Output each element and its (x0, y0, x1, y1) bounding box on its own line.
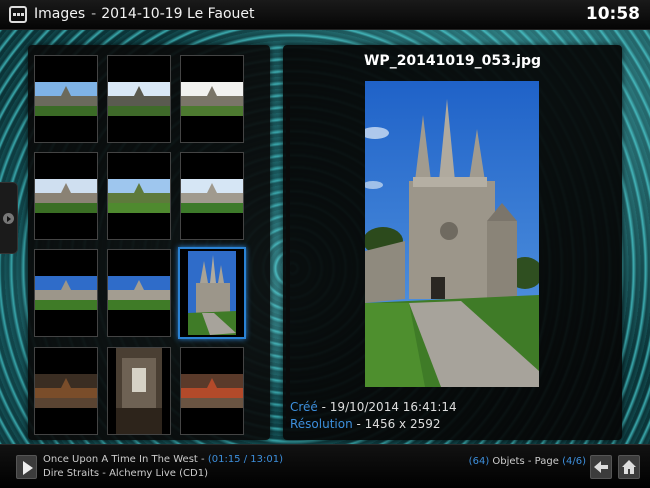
header-bar: Images -2014-10-19 Le Faouet 10:58 (0, 0, 650, 30)
folder-title: 2014-10-19 Le Faouet (101, 6, 255, 22)
created-row: Créé - 19/10/2014 16:41:14 (290, 400, 457, 414)
landscape-thumbnail (108, 179, 170, 213)
track-title: Once Upon A Time In The West (43, 454, 198, 465)
thumbnail-3[interactable] (180, 55, 244, 143)
resolution-separator: - (352, 417, 365, 431)
back-arrow-icon (594, 461, 608, 473)
resolution-row: Résolution - 1456 x 2592 (290, 417, 440, 431)
thumbnail-4[interactable] (34, 152, 98, 240)
thumbnail-2[interactable] (107, 55, 171, 143)
image-detail-panel: WP_20141019_053.jpg Créé - 19/10/2014 16… (283, 45, 622, 440)
portrait-thumbnail (188, 251, 236, 335)
landscape-thumbnail (181, 374, 243, 408)
landscape-thumbnail (181, 82, 243, 116)
created-label: Créé (290, 400, 318, 414)
created-value: 19/10/2014 16:41:14 (329, 400, 457, 414)
now-playing-bar: Once Upon A Time In The West - (01:15 / … (0, 444, 650, 488)
landscape-thumbnail (35, 82, 97, 116)
breadcrumb-separator: - (91, 6, 97, 22)
landscape-thumbnail (108, 276, 170, 310)
thumbnail-8[interactable] (107, 249, 171, 337)
thumbnail-7[interactable] (34, 249, 98, 337)
page-indicator: (64) Objets - Page (4/6) (468, 456, 586, 467)
breadcrumb: Images -2014-10-19 Le Faouet (34, 6, 255, 22)
resolution-label: Résolution (290, 417, 353, 431)
thumbnail-1[interactable] (34, 55, 98, 143)
back-button[interactable] (590, 455, 612, 479)
landscape-thumbnail (35, 276, 97, 310)
page-label: Page (534, 456, 559, 467)
home-button[interactable] (618, 455, 640, 479)
page-current: 4 (565, 456, 573, 467)
time-total: 13:01 (250, 454, 280, 465)
home-icon (622, 460, 636, 474)
section-title: Images (34, 6, 86, 22)
thumbnail-grid (28, 45, 290, 440)
landscape-thumbnail (108, 82, 170, 116)
page-total: 6 (575, 456, 583, 467)
thumbnail-10[interactable] (34, 347, 98, 435)
objects-label: Objets (492, 456, 525, 467)
image-preview[interactable] (365, 81, 539, 387)
play-button[interactable] (16, 455, 37, 479)
landscape-thumbnail (35, 179, 97, 213)
side-menu-tab[interactable] (0, 182, 18, 254)
created-separator: - (317, 400, 330, 414)
chevron-right-icon (3, 213, 14, 224)
image-filename: WP_20141019_053.jpg (363, 53, 542, 69)
thumbnail-9[interactable] (178, 247, 246, 339)
clock: 10:58 (585, 4, 640, 24)
landscape-thumbnail (35, 374, 97, 408)
landscape-thumbnail (181, 179, 243, 213)
thumbnail-6[interactable] (180, 152, 244, 240)
thumbnail-5[interactable] (107, 152, 171, 240)
thumbnail-11[interactable] (107, 347, 171, 435)
object-count: 64 (472, 456, 486, 467)
thumbnail-12[interactable] (180, 347, 244, 435)
portrait-thumbnail (116, 348, 162, 434)
resolution-value: 1456 x 2592 (364, 417, 441, 431)
track-title-line: Once Upon A Time In The West - (01:15 / … (43, 454, 284, 465)
time-elapsed: 01:15 (211, 454, 241, 465)
images-menu-icon[interactable] (9, 6, 27, 23)
artist-album: Dire Straits - Alchemy Live (CD1) (43, 468, 208, 479)
